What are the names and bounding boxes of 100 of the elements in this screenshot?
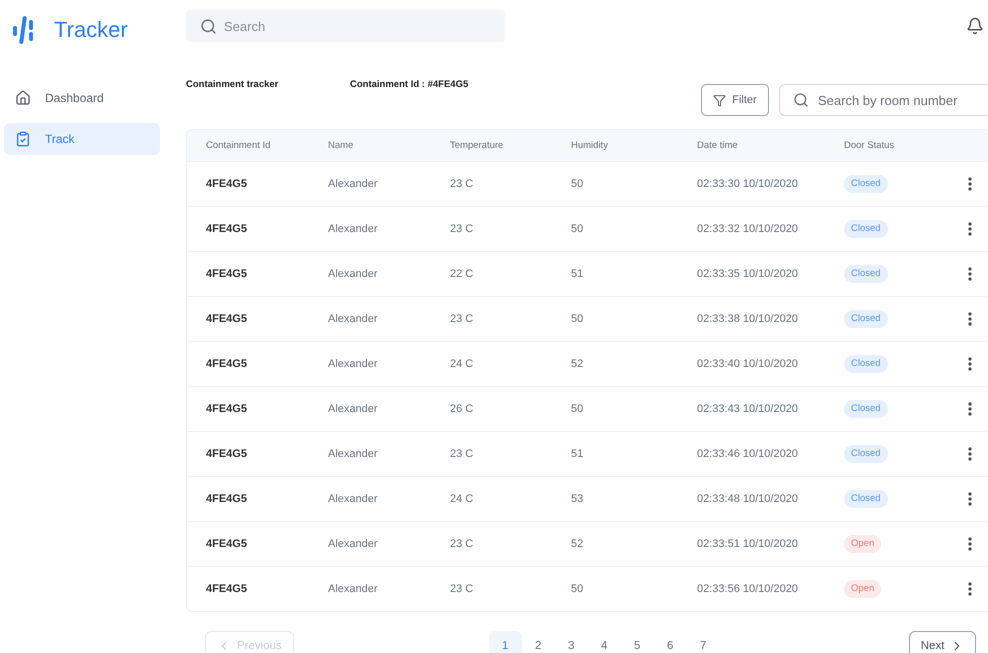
more-button[interactable] — [968, 357, 972, 371]
search-icon — [200, 18, 217, 35]
table-cell-text: 23 C — [450, 223, 474, 235]
more-button[interactable] — [968, 537, 972, 551]
table-cell-text: 52 — [571, 358, 584, 370]
column-header: Date time — [697, 140, 739, 151]
table-cell-text: 50 — [571, 403, 584, 415]
bell-icon[interactable] — [966, 17, 984, 35]
table-cell-text: 02:33:40 10/10/2020 — [697, 358, 799, 370]
status-badge: Closed — [844, 445, 888, 463]
more-button[interactable] — [968, 582, 972, 596]
table-cell-text: Alexander — [328, 493, 379, 505]
table-cell-text: 4FE4G5 — [206, 448, 248, 460]
more-button[interactable] — [968, 222, 972, 236]
table-cell-text: Alexander — [328, 583, 379, 595]
column-header: Name — [328, 140, 354, 151]
table-cell-text: 02:33:51 10/10/2020 — [697, 538, 799, 550]
status-badge: Closed — [844, 175, 888, 193]
table-cell-text: 53 — [571, 493, 584, 505]
more-icon — [968, 402, 972, 416]
table-cell-text: 4FE4G5 — [206, 358, 248, 370]
more-icon — [968, 177, 972, 191]
more-button[interactable] — [968, 177, 972, 191]
status-badge: Closed — [844, 310, 888, 328]
status-badge: Open — [844, 580, 882, 598]
page-button[interactable]: 7 — [686, 631, 720, 653]
table-cell-text: 24 C — [450, 493, 474, 505]
containment-id: Containment Id : #4FE4G5 — [350, 79, 468, 90]
more-icon — [968, 582, 972, 596]
table-cell-text: Alexander — [328, 358, 379, 370]
more-button[interactable] — [968, 492, 972, 506]
page-title: Containment tracker — [186, 79, 280, 90]
filter-icon — [713, 94, 726, 106]
more-icon — [968, 267, 972, 281]
table-cell-text: Alexander — [328, 538, 379, 550]
table-cell-text: 50 — [571, 178, 584, 190]
table-cell-text: 02:33:56 10/10/2020 — [697, 583, 799, 595]
status-badge: Closed — [844, 400, 888, 418]
more-button[interactable] — [968, 312, 972, 326]
table-cell-text: Alexander — [328, 178, 379, 190]
table-cell-text: 4FE4G5 — [206, 178, 248, 190]
search-field[interactable]: Search — [186, 10, 505, 42]
sidebar-item[interactable]: Dashboard — [4, 82, 160, 114]
home-icon — [15, 90, 31, 106]
status-badge: Closed — [844, 355, 888, 373]
status-badge: Closed — [844, 220, 888, 238]
table-cell-text: 52 — [571, 538, 584, 550]
table-cell-text: 51 — [571, 448, 584, 460]
table-cell-text: 02:33:43 10/10/2020 — [697, 403, 799, 415]
table-cell-text: 23 C — [450, 313, 474, 325]
table-cell-text: 23 C — [450, 448, 474, 460]
table-cell-text: 22 C — [450, 268, 474, 280]
status-badge: Closed — [844, 490, 888, 508]
table-cell-text: 4FE4G5 — [206, 403, 248, 415]
page-button[interactable]: 4 — [588, 631, 621, 653]
table-cell-text: 4FE4G5 — [206, 583, 248, 595]
room-search-field[interactable]: Search by room number — [779, 84, 988, 116]
filter-button[interactable]: Filter — [701, 84, 769, 116]
table-cell-text: 4FE4G5 — [206, 223, 248, 235]
table-cell-text: 50 — [571, 583, 584, 595]
table-cell-text: 4FE4G5 — [206, 268, 248, 280]
page-button[interactable]: 6 — [654, 631, 687, 653]
table-cell-text: Alexander — [328, 223, 379, 235]
table-cell-text: 23 C — [450, 538, 474, 550]
table-cell-text: 4FE4G5 — [206, 313, 248, 325]
column-header: Door Status — [844, 140, 896, 151]
table-cell-text: 23 C — [450, 178, 474, 190]
more-icon — [968, 312, 972, 326]
sidebar-item[interactable]: Track — [4, 123, 160, 155]
table-cell-text: 50 — [571, 313, 584, 325]
page-button[interactable]: 2 — [522, 631, 555, 653]
table-cell-text: 51 — [571, 268, 584, 280]
more-icon — [968, 357, 972, 371]
table-cell-text: Alexander — [328, 313, 379, 325]
column-header: Humidity — [571, 140, 609, 151]
table-cell-text: 02:33:35 10/10/2020 — [697, 268, 799, 280]
column-header: Temperature — [450, 140, 504, 151]
table-cell-text: 02:33:48 10/10/2020 — [697, 493, 799, 505]
more-icon — [968, 222, 972, 236]
table-cell-text: 4FE4G5 — [206, 538, 248, 550]
page-button[interactable]: 1 — [488, 631, 522, 653]
column-header: Containment Id — [206, 140, 272, 151]
page-button[interactable]: 3 — [554, 631, 588, 653]
more-button[interactable] — [968, 402, 972, 416]
more-button[interactable] — [968, 267, 972, 281]
status-badge: Open — [844, 535, 882, 553]
next-button[interactable]: Next — [908, 631, 976, 653]
clipboard-icon — [15, 131, 31, 147]
more-icon — [968, 447, 972, 461]
page-button[interactable]: 5 — [620, 631, 654, 653]
table-cell-text: 24 C — [450, 358, 474, 370]
table-cell-text: 02:33:38 10/10/2020 — [697, 313, 799, 325]
table-cell-text: Alexander — [328, 403, 379, 415]
more-icon — [968, 492, 972, 506]
app-name: Tracker — [54, 17, 128, 43]
table-cell-text: 26 C — [450, 403, 474, 415]
more-button[interactable] — [968, 447, 972, 461]
table-cell-text: Alexander — [328, 448, 379, 460]
table-cell-text: 50 — [571, 223, 584, 235]
table-cell-text: 02:33:32 10/10/2020 — [697, 223, 799, 235]
